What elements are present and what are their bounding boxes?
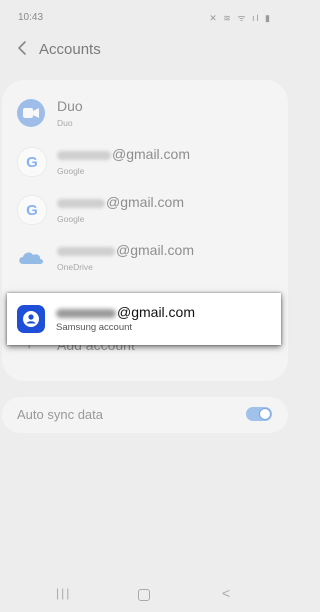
- account-row-onedrive[interactable]: @gmail.com OneDrive: [2, 231, 288, 283]
- status-time: 10:43: [18, 12, 44, 23]
- onedrive-icon: [17, 243, 45, 271]
- account-type: Samsung account: [56, 322, 133, 333]
- account-type: Duo: [57, 118, 73, 128]
- samsung-account-icon: [17, 305, 45, 333]
- home-icon[interactable]: [138, 589, 150, 601]
- account-type: OneDrive: [57, 262, 93, 272]
- page-title: Accounts: [39, 41, 101, 58]
- recent-apps-icon[interactable]: |||: [56, 586, 71, 600]
- app-bar: Accounts: [0, 34, 290, 68]
- redacted-text: [57, 246, 115, 256]
- redacted-text: [57, 198, 105, 208]
- account-email: @gmail.com: [57, 242, 194, 258]
- status-icons: ✕ ≋ ᯤ ıl ▮: [209, 13, 272, 23]
- duo-icon: [17, 99, 45, 127]
- account-email: @gmail.com: [57, 194, 184, 210]
- status-bar: 10:43 ✕ ≋ ᯤ ıl ▮: [0, 0, 290, 34]
- account-email: @gmail.com: [57, 146, 190, 162]
- account-row-google[interactable]: G @gmail.com Google: [2, 183, 288, 235]
- auto-sync-row[interactable]: Auto sync data: [2, 397, 288, 433]
- account-type: Google: [57, 214, 85, 224]
- navigation-bar: ||| <: [0, 578, 290, 612]
- google-icon: G: [17, 147, 47, 177]
- toggle-knob: [259, 408, 271, 420]
- chevron-left-icon: [18, 41, 26, 55]
- back-icon[interactable]: <: [222, 585, 230, 601]
- auto-sync-label: Auto sync data: [17, 407, 103, 422]
- auto-sync-toggle[interactable]: [246, 407, 272, 421]
- account-row-duo[interactable]: Duo Duo: [2, 87, 288, 139]
- account-row-samsung[interactable]: @gmail.com Samsung account: [7, 293, 281, 345]
- account-type: Google: [57, 166, 85, 176]
- account-name: Duo: [57, 98, 83, 114]
- account-row-google[interactable]: G @gmail.com Google: [2, 135, 288, 187]
- redacted-text: [57, 150, 111, 160]
- account-email: @gmail.com: [56, 304, 195, 320]
- google-icon: G: [17, 195, 47, 225]
- redacted-text: [56, 308, 116, 318]
- back-button[interactable]: [14, 39, 32, 57]
